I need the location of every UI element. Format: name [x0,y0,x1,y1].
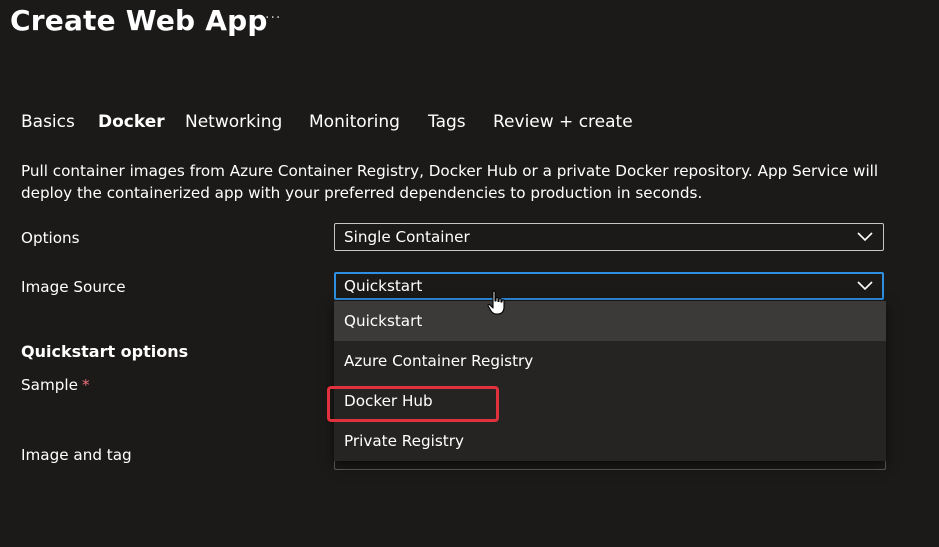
page-title: Create Web App [10,4,268,37]
dropdown-option-quickstart[interactable]: Quickstart [334,301,886,341]
quickstart-options-heading: Quickstart options [21,342,189,361]
dropdown-option-private-registry[interactable]: Private Registry [334,421,886,461]
tab-basics[interactable]: Basics [21,112,75,132]
tab-monitoring[interactable]: Monitoring [309,112,400,132]
sample-label-text: Sample [21,376,78,394]
tab-tags[interactable]: Tags [428,112,466,132]
options-select-value: Single Container [344,228,470,246]
image-source-dropdown: Quickstart Azure Container Registry Dock… [334,301,886,461]
image-tag-label: Image and tag [21,446,132,464]
sample-label: Sample * [21,376,90,394]
dropdown-option-azure-container-registry[interactable]: Azure Container Registry [334,341,886,381]
options-select[interactable]: Single Container [334,223,884,251]
dropdown-option-docker-hub[interactable]: Docker Hub [334,381,886,421]
required-marker: * [81,376,90,394]
tab-networking[interactable]: Networking [185,112,282,132]
more-options-icon[interactable]: ··· [265,10,281,26]
chevron-down-icon [857,232,873,242]
tab-docker[interactable]: Docker [98,112,165,148]
hand-pointer-icon [487,290,505,315]
image-source-label: Image Source [21,278,126,296]
options-label: Options [21,229,80,247]
tab-review-create[interactable]: Review + create [493,112,633,132]
image-source-select-value: Quickstart [344,277,423,295]
docker-description: Pull container images from Azure Contain… [21,162,879,202]
chevron-down-icon [857,281,873,291]
image-source-select[interactable]: Quickstart [334,272,884,300]
